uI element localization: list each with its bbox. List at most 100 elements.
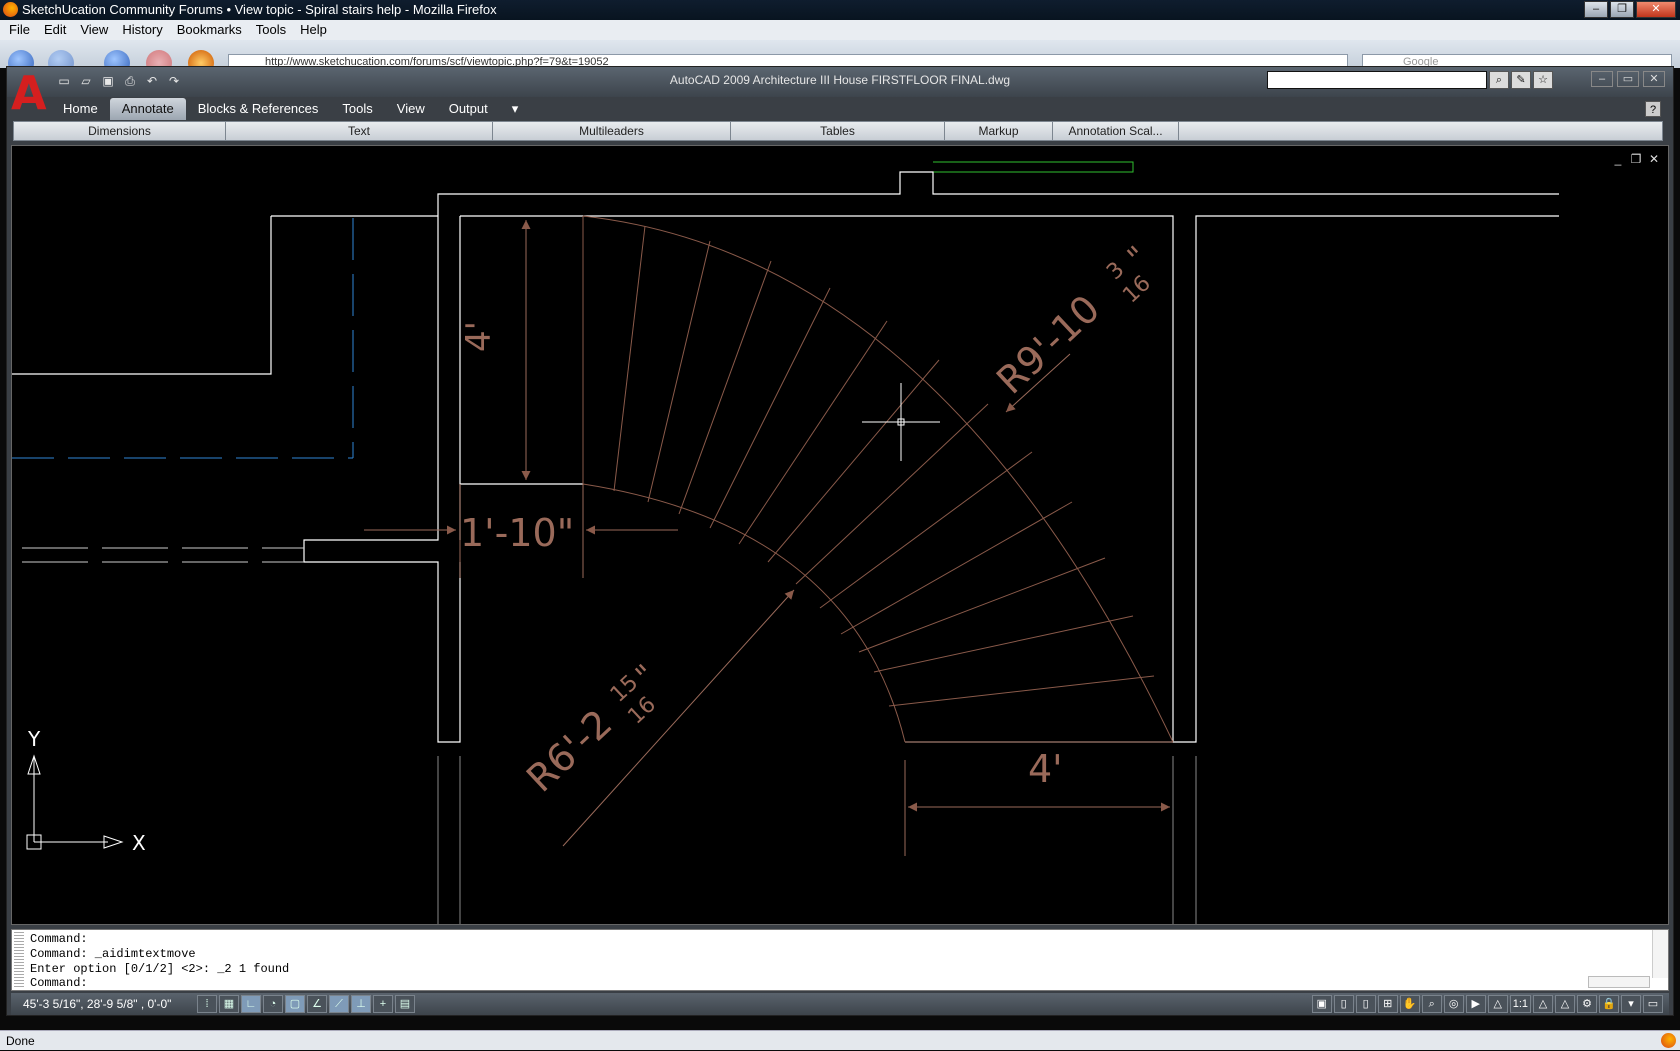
- dynamic-input-icon[interactable]: ⊥: [351, 995, 371, 1013]
- infocenter-search-input[interactable]: [1267, 71, 1487, 89]
- firefox-icon: [3, 2, 18, 17]
- firefox-status-icon: [1661, 1033, 1676, 1048]
- command-hscrollbar[interactable]: [1588, 976, 1650, 988]
- status-bar: 45'-3 5/16", 28'-9 5/8" , 0'-0" ⁞ ▦ ∟ ◔ …: [11, 993, 1669, 1015]
- auto-scale-icon[interactable]: △: [1555, 995, 1575, 1013]
- ucs-icon: [26, 754, 124, 850]
- polar-tracking-icon[interactable]: ◔: [263, 995, 283, 1013]
- grid-display-icon[interactable]: ▦: [219, 995, 239, 1013]
- zoom-icon[interactable]: ⌕: [1421, 995, 1442, 1013]
- annotation-scale-icon[interactable]: △: [1487, 995, 1508, 1013]
- snap-mode-icon[interactable]: ⁞: [197, 995, 217, 1013]
- coordinate-readout: 45'-3 5/16", 28'-9 5/8" , 0'-0": [23, 997, 172, 1011]
- panel-multileaders[interactable]: Multileaders: [493, 122, 731, 140]
- autocad-window: ▭ ▱ ▣ ⎙ ↶ ↷ AutoCAD 2009 Architecture II…: [6, 66, 1674, 1016]
- drawing-canvas[interactable]: 4' 4' 1'-10" R9'-10 3 16 " R6'-2 15 16 ": [11, 145, 1669, 925]
- pan-icon[interactable]: ✋: [1399, 995, 1420, 1013]
- command-history-line: Command:: [30, 932, 88, 946]
- command-input[interactable]: Command:: [30, 976, 88, 990]
- autocad-title-bar: ▭ ▱ ▣ ⎙ ↶ ↷ AutoCAD 2009 Architecture II…: [7, 67, 1673, 97]
- quick-properties-icon[interactable]: ▤: [395, 995, 415, 1013]
- model-space-icon[interactable]: ▣: [1311, 995, 1332, 1013]
- dimension-texts: 4' 4' 1'-10" R9'-10 3 16 " R6'-2 15 16 ": [459, 240, 1156, 801]
- lock-icon[interactable]: 🔒: [1599, 995, 1619, 1013]
- drawing-restore-button[interactable]: ❐: [1630, 152, 1642, 166]
- menu-tools[interactable]: Tools: [251, 20, 291, 40]
- gap-dim-text: 1'-10": [460, 511, 574, 555]
- status-tray-icon[interactable]: ▾: [1621, 995, 1641, 1013]
- object-snap-icon[interactable]: ▢: [285, 995, 305, 1013]
- window-title: SketchUcation Community Forums • View to…: [22, 2, 497, 17]
- menu-view[interactable]: View: [75, 20, 113, 40]
- annotation-scale-value[interactable]: 1:1: [1509, 995, 1531, 1013]
- acad-maximize-button[interactable]: ▭: [1617, 71, 1639, 87]
- layout1-icon[interactable]: ▯: [1333, 995, 1354, 1013]
- drawing-minimize-button[interactable]: _: [1612, 152, 1624, 166]
- clean-screen-icon[interactable]: ▭: [1643, 995, 1663, 1013]
- close-button[interactable]: ✕: [1636, 1, 1676, 18]
- lineweight-icon[interactable]: +: [373, 995, 393, 1013]
- firefox-nav-bar: http://www.sketchucation.com/forums/scf/…: [0, 40, 1680, 76]
- ucs-x-label: X: [132, 831, 146, 855]
- search-icon[interactable]: ⌕: [1489, 71, 1509, 89]
- quick-view-icon[interactable]: ⊞: [1377, 995, 1398, 1013]
- object-snap-tracking-icon[interactable]: ∠: [307, 995, 327, 1013]
- command-history-line: Command: _aidimtextmove: [30, 947, 196, 961]
- outer-frac-num: 3: [1102, 257, 1129, 285]
- acad-close-button[interactable]: ✕: [1643, 71, 1665, 87]
- maximize-button[interactable]: ❐: [1610, 1, 1634, 18]
- minimize-button[interactable]: –: [1584, 1, 1608, 18]
- tab-output[interactable]: Output: [437, 98, 500, 120]
- height-dim-text: 4': [459, 321, 499, 352]
- panel-text[interactable]: Text: [226, 122, 493, 140]
- drawing-close-button[interactable]: ✕: [1648, 152, 1660, 166]
- comm-center-icon[interactable]: ✎: [1511, 71, 1531, 89]
- panel-dimensions[interactable]: Dimensions: [14, 122, 226, 140]
- tab-blocks-references[interactable]: Blocks & References: [186, 98, 331, 120]
- help-icon[interactable]: ?: [1645, 101, 1661, 117]
- width-dim-text: 4': [1028, 747, 1063, 791]
- panel-annotation-scaling[interactable]: Annotation Scal...: [1053, 122, 1179, 140]
- menu-edit[interactable]: Edit: [39, 20, 71, 40]
- outer-inch-mark: ": [1121, 240, 1155, 275]
- tab-view[interactable]: View: [385, 98, 437, 120]
- firefox-menu-bar: File Edit View History Bookmarks Tools H…: [0, 20, 1680, 40]
- command-window: Command: Command: _aidimtextmove Enter o…: [11, 929, 1669, 991]
- dashed-lines: [22, 547, 304, 563]
- crosshair-cursor: [862, 383, 940, 461]
- annotation-visibility-icon[interactable]: △: [1533, 995, 1553, 1013]
- panel-markup[interactable]: Markup: [945, 122, 1053, 140]
- status-text: Done: [6, 1034, 35, 1048]
- ortho-mode-icon[interactable]: ∟: [241, 995, 261, 1013]
- menu-history[interactable]: History: [117, 20, 167, 40]
- autocad-logo-icon[interactable]: A: [11, 70, 47, 116]
- firefox-status-bar: Done: [0, 1030, 1680, 1050]
- menu-help[interactable]: Help: [295, 20, 332, 40]
- ucs-y-label: Y: [27, 727, 41, 751]
- command-history-line: Enter option [0/1/2] <2>: _2 1 found: [30, 962, 290, 976]
- favorites-icon[interactable]: ☆: [1533, 71, 1553, 89]
- tab-annotate[interactable]: Annotate: [109, 98, 186, 120]
- menu-file[interactable]: File: [4, 20, 35, 40]
- steering-wheel-icon[interactable]: ◎: [1443, 995, 1464, 1013]
- tab-tools[interactable]: Tools: [330, 98, 384, 120]
- menu-bookmarks[interactable]: Bookmarks: [172, 20, 247, 40]
- acad-minimize-button[interactable]: –: [1591, 71, 1613, 87]
- panel-tables[interactable]: Tables: [731, 122, 945, 140]
- command-grip[interactable]: [14, 932, 24, 988]
- workspace-switching-icon[interactable]: ⚙: [1577, 995, 1597, 1013]
- ribbon-panels: Dimensions Text Multileaders Tables Mark…: [13, 121, 1663, 141]
- inner-radius-text: R6'-2: [518, 701, 620, 801]
- showmotion-icon[interactable]: ▶: [1465, 995, 1486, 1013]
- ribbon-dropdown-icon[interactable]: ▾: [500, 98, 531, 120]
- command-scrollbar[interactable]: [1652, 930, 1668, 978]
- drawing-svg: 4' 4' 1'-10" R9'-10 3 16 " R6'-2 15 16 ": [12, 161, 1559, 924]
- hidden-lines: [12, 218, 354, 459]
- tab-home[interactable]: Home: [51, 98, 110, 120]
- walls: [12, 171, 1559, 743]
- layout2-icon[interactable]: ▯: [1355, 995, 1376, 1013]
- green-polyline: [933, 161, 1134, 173]
- firefox-title-bar: SketchUcation Community Forums • View to…: [0, 0, 1680, 20]
- ribbon-tabs: Home Annotate Blocks & References Tools …: [51, 97, 530, 121]
- dynamic-ucs-icon[interactable]: ⟋: [329, 995, 349, 1013]
